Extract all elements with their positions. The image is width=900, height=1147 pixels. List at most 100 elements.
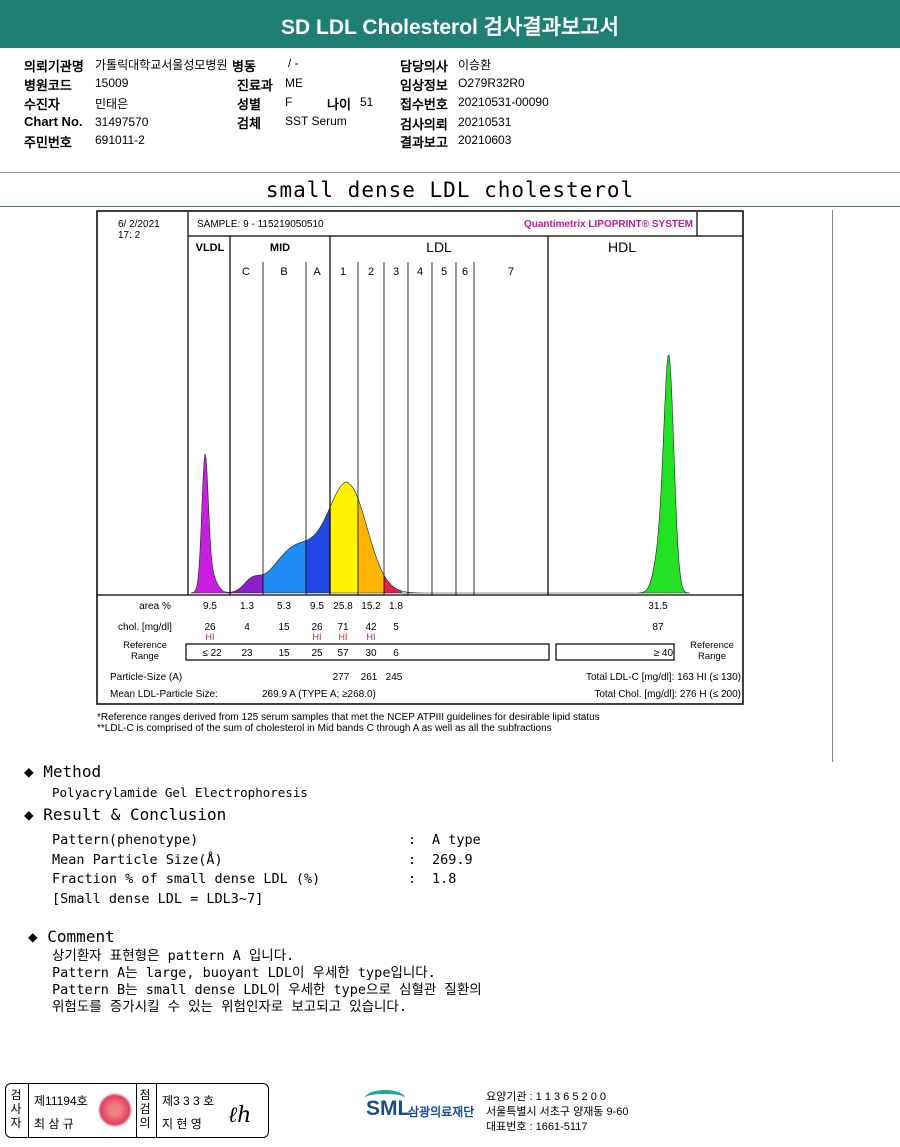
band-label: 6	[462, 266, 468, 278]
total-ldl: Total LDL-C [mg/dl]: 163 HI (≤ 130)	[586, 672, 741, 683]
comment-line: 위험도를 증가시킬 수 있는 위험인자로 보고되고 있습니다.	[52, 999, 407, 1015]
peak-hdl	[548, 355, 690, 593]
seal-stamp	[98, 1093, 132, 1127]
lipoprint-chart: 6/ 2/2021 17: 2 SAMPLE: 9 - 115219050510…	[96, 210, 744, 734]
group-vldl: VLDL	[196, 242, 225, 254]
signature: ℓh	[228, 1103, 252, 1128]
comment-text: 상기환자 표현형은 pattern A 입니다. Pattern A는 large…	[52, 948, 482, 1016]
band-label: 2	[368, 266, 374, 278]
chol-value: 87	[652, 622, 664, 633]
particle-size-label: Particle-Size (A)	[110, 672, 182, 683]
footnote-1: *Reference ranges derived from 125 serum…	[97, 712, 600, 723]
colon: :	[408, 832, 417, 848]
comment-heading: ◆ Comment	[28, 927, 115, 946]
comment-title: Comment	[47, 927, 115, 946]
checker-label: 점검의	[139, 1088, 151, 1130]
diamond-icon: ◆	[24, 805, 34, 824]
result-title: Result & Conclusion	[43, 805, 227, 824]
particle-size-value: 245	[386, 672, 403, 683]
mean-size-label: Mean LDL-Particle Size:	[110, 689, 218, 700]
sample-id: SAMPLE: 9 - 115219050510	[197, 219, 324, 230]
peak-a	[306, 507, 330, 593]
result-row: Pattern(phenotype): A type	[52, 832, 481, 848]
examiner-label: 검사자	[10, 1088, 22, 1130]
reference-value: ≤ 22	[202, 648, 222, 659]
group-hdl: HDL	[608, 239, 636, 255]
signature-box: 검사자 제11194호 최 삼 규 점검의 제3 3 3 호 지 현 영 ℓh	[5, 1083, 269, 1138]
result-note: [Small dense LDL = LDL3~7]	[52, 891, 264, 907]
area-value: 25.8	[333, 601, 353, 612]
printout-frame	[96, 210, 744, 705]
comment-line: 상기환자 표현형은 pattern A 입니다.	[52, 948, 295, 964]
diamond-icon: ◆	[24, 762, 34, 781]
colon: :	[408, 871, 417, 887]
area-value: 9.5	[203, 601, 217, 612]
band-label: 3	[393, 266, 399, 278]
peak-1	[330, 482, 358, 593]
examiner-name: 최 삼 규	[34, 1117, 74, 1131]
footnote-2: **LDL-C is comprised of the sum of chole…	[97, 723, 552, 734]
result-value: 1.8	[432, 871, 457, 887]
area-value: 5.3	[277, 601, 291, 612]
peak-c	[230, 574, 263, 593]
result-key: Pattern(phenotype)	[52, 832, 199, 848]
checker-number: 제3 3 3 호	[162, 1094, 215, 1108]
examiner-number: 제11194호	[34, 1094, 88, 1108]
hi-flag: HI	[313, 632, 322, 642]
area-value: 9.5	[310, 601, 324, 612]
reference-value: 57	[337, 648, 349, 659]
colon: :	[408, 852, 417, 868]
result-row: Mean Particle Size(Å):269.9	[52, 852, 473, 868]
reference-value: 23	[241, 648, 253, 659]
band-label: B	[280, 266, 287, 278]
area-value: 15.2	[361, 601, 381, 612]
result-key: Mean Particle Size(Å)	[52, 852, 223, 868]
result-value: 269.9	[432, 852, 473, 868]
curve-outline	[190, 354, 691, 594]
hi-flag: HI	[206, 632, 215, 642]
result-heading: ◆ Result & Conclusion	[24, 805, 226, 824]
band-label: 5	[441, 266, 447, 278]
reference-value: 30	[365, 648, 377, 659]
method-heading: ◆ Method	[24, 762, 101, 781]
ref-label-right: Reference Range	[690, 640, 734, 662]
comment-line: Pattern A는 large, buoyant LDL이 우세한 type입…	[52, 965, 436, 981]
chol-value: 4	[244, 622, 250, 633]
mean-size-value: 269.9 A (TYPE A; ≥268.0)	[262, 689, 376, 700]
print-date: 6/ 2/2021	[118, 219, 160, 230]
hi-flag: HI	[367, 632, 376, 642]
comment-line: Pattern B는 small dense LDL이 우세한 type으로 심…	[52, 982, 482, 998]
area-value: 31.5	[648, 601, 668, 612]
area-value: 1.8	[389, 601, 403, 612]
brand-logo: Quantimetrix LIPOPRINT® SYSTEM	[524, 219, 693, 230]
peak-vldl	[191, 453, 230, 593]
hi-flag: HI	[339, 632, 348, 642]
area-label: area %	[139, 601, 171, 612]
chol-label: chol. [mg/dl]	[118, 622, 172, 633]
band-label: 4	[417, 266, 423, 278]
ref-label: Reference Range	[123, 640, 167, 662]
result-key: Fraction % of small dense LDL (%)	[52, 871, 321, 887]
method-title: Method	[43, 762, 102, 781]
result-row: Fraction % of small dense LDL (%):1.8	[52, 871, 456, 887]
chol-value: 15	[278, 622, 290, 633]
area-value: 1.3	[240, 601, 254, 612]
total-chol: Total Chol. [mg/dl]: 276 H (≤ 200)	[594, 689, 741, 700]
group-mid: MID	[270, 242, 290, 254]
particle-size-value: 277	[333, 672, 350, 683]
result-value: A type	[432, 832, 481, 848]
sml-logo: SML	[366, 1097, 411, 1120]
address: 서울특별시 서초구 양재동 9-60	[486, 1106, 629, 1118]
band-label: 7	[508, 266, 514, 278]
phone: 대표번호 : 1661-5117	[486, 1121, 588, 1133]
chol-value: 5	[393, 622, 399, 633]
band-label: 1	[340, 266, 346, 278]
org-info: 요양기관 : 1 1 3 6 5 2 0 0 서울특별시 서초구 양재동 9-6…	[486, 1090, 629, 1135]
reference-value: 25	[311, 648, 323, 659]
diamond-icon: ◆	[28, 927, 38, 946]
institution-code: 요양기관 : 1 1 3 6 5 2 0 0	[486, 1091, 606, 1103]
print-time: 17: 2	[118, 230, 141, 241]
method-text: Polyacrylamide Gel Electrophoresis	[52, 785, 308, 800]
reference-value: 15	[278, 648, 290, 659]
peak-3	[384, 575, 402, 593]
